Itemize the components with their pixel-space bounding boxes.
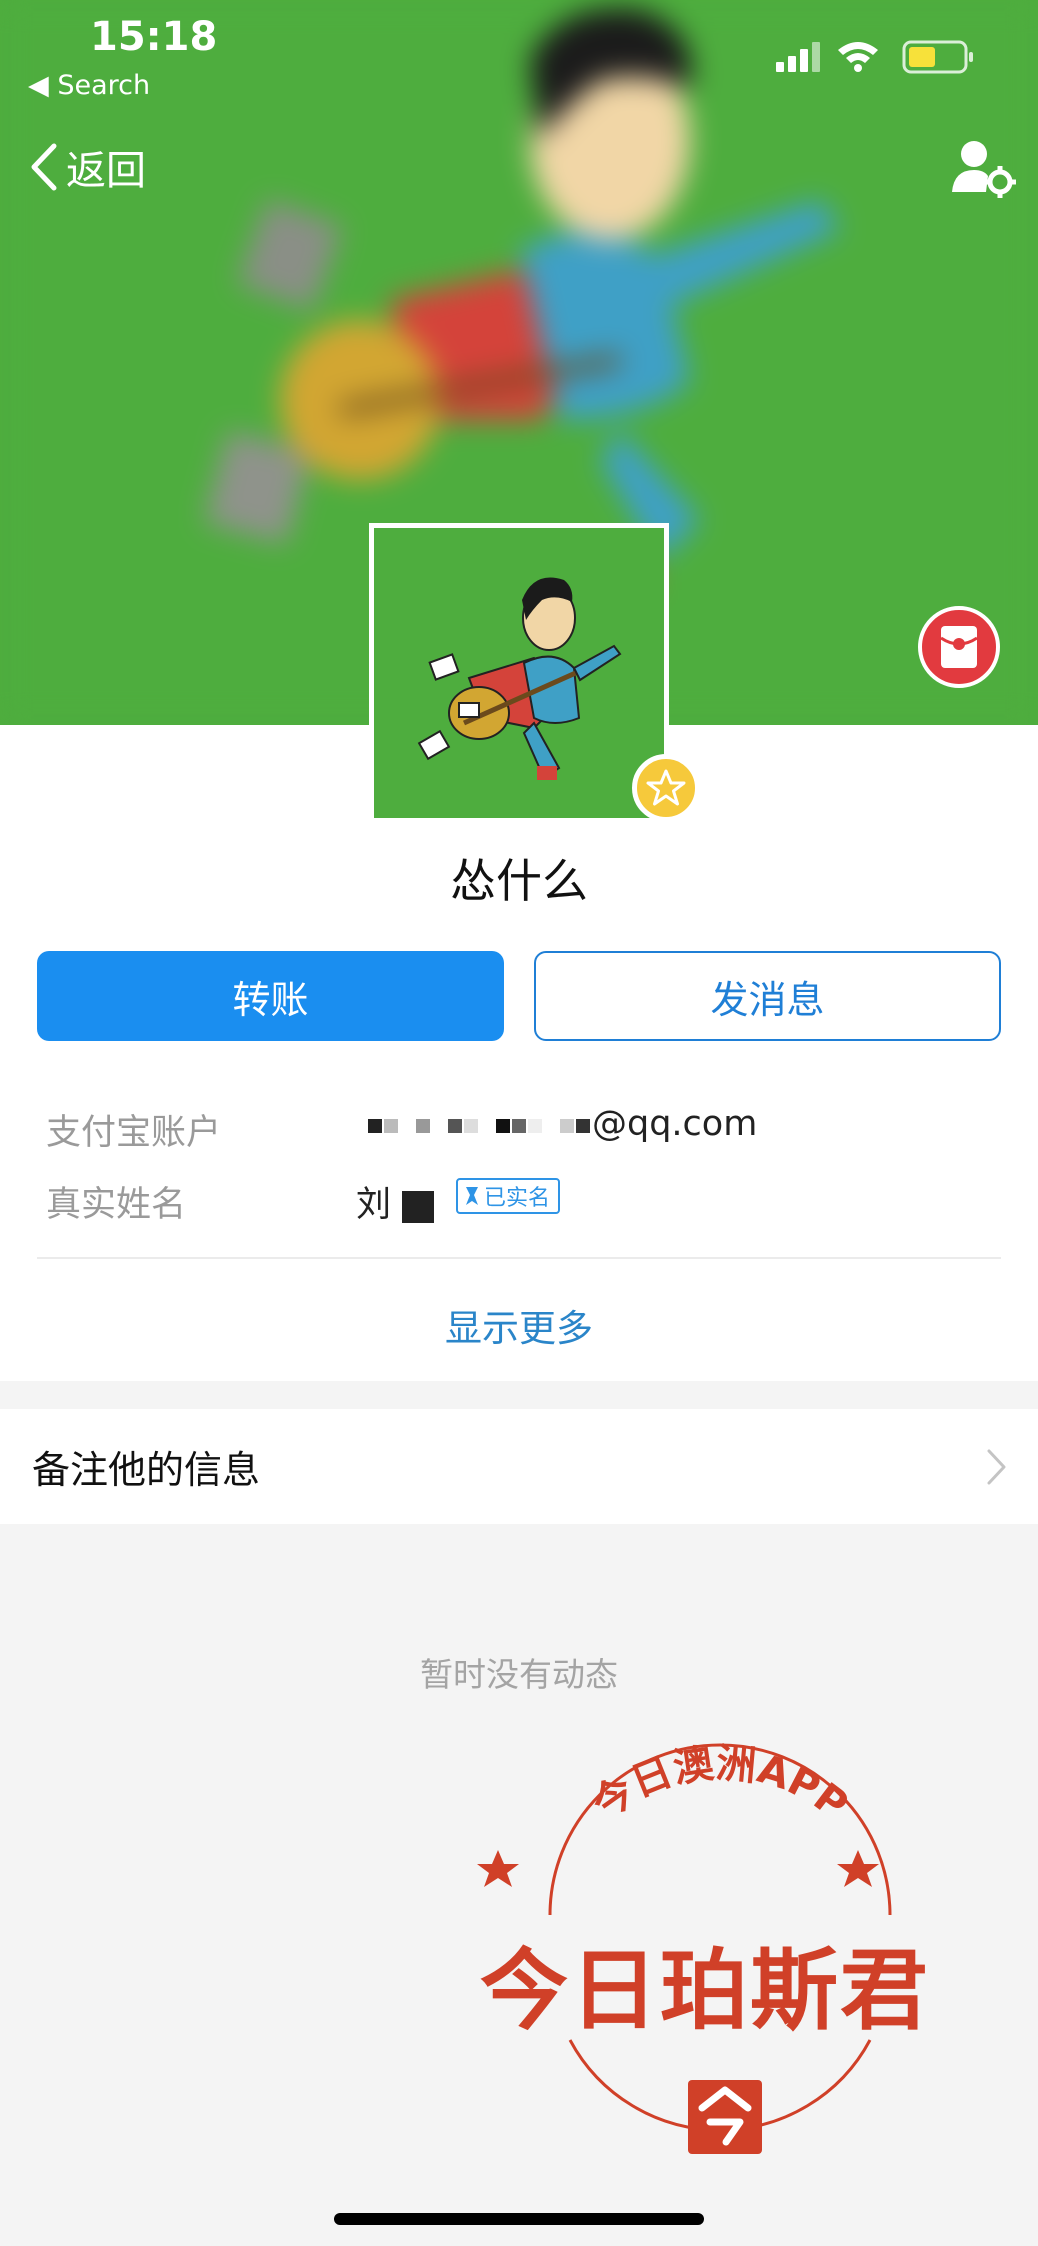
account-label: 支付宝账户	[46, 1113, 222, 1153]
remark-row[interactable]: 备注他的信息	[0, 1409, 1038, 1524]
red-packet-button[interactable]	[918, 606, 1000, 688]
wifi-icon	[838, 42, 878, 72]
avatar[interactable]	[369, 523, 669, 823]
avatar-image	[374, 528, 664, 818]
realname-surname: 刘	[356, 1185, 392, 1225]
masked-name-mosaic	[402, 1186, 436, 1226]
empty-feed-text: 暂时没有动态	[420, 1655, 618, 1694]
signal-icon	[776, 42, 820, 72]
profile-card	[0, 725, 1038, 1381]
account-domain: @qq.com	[592, 1104, 758, 1144]
home-indicator	[334, 2213, 704, 2225]
chevron-right-icon	[987, 1449, 1006, 1484]
realname-value: 刘	[356, 1176, 436, 1227]
verified-badge: 已实名	[456, 1178, 561, 1214]
realname-label: 真实姓名	[46, 1185, 187, 1225]
show-more-link[interactable]: 显示更多	[0, 1298, 1038, 1352]
remark-label: 备注他的信息	[32, 1448, 261, 1492]
star-badge-icon	[632, 754, 700, 822]
transfer-button[interactable]: 转账	[37, 951, 504, 1041]
divider	[37, 1257, 1001, 1259]
battery-icon	[902, 40, 973, 74]
status-time: 15:18	[90, 14, 218, 60]
send-message-button[interactable]: 发消息	[534, 951, 1001, 1041]
back-button[interactable]: 返回	[30, 138, 146, 196]
verified-ribbon-icon	[466, 1187, 478, 1205]
watermark-main-text: 今日珀斯君	[480, 1939, 931, 2042]
back-to-search-link[interactable]: ◀ Search	[28, 70, 150, 101]
red-packet-icon	[940, 626, 978, 668]
back-label: 返回	[66, 148, 146, 194]
account-value: @qq.com	[368, 1104, 757, 1145]
chevron-left-icon	[31, 143, 57, 191]
watermark-arc-text: 今日澳洲APP	[585, 1740, 857, 1828]
user-settings-icon[interactable]	[950, 136, 1016, 200]
verified-label: 已实名	[484, 1186, 551, 1211]
nickname: 怂什么	[450, 854, 588, 908]
star-icon	[646, 769, 686, 806]
masked-account-mosaic	[368, 1105, 592, 1145]
status-icons	[776, 40, 973, 74]
